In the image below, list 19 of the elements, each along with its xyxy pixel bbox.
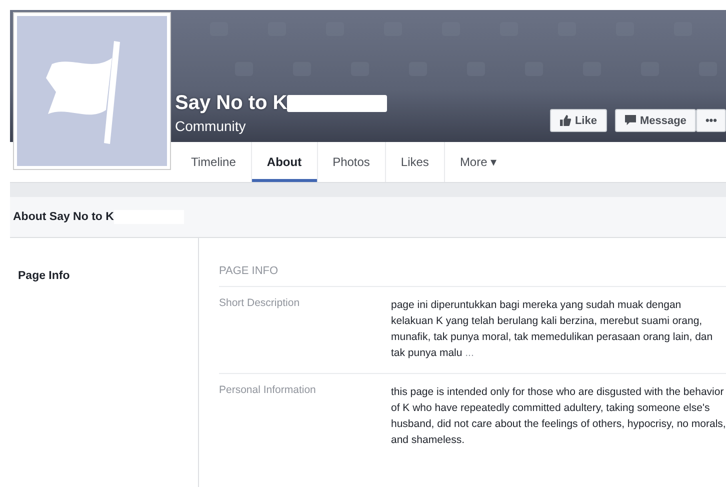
field-label: Short Description (219, 297, 301, 311)
field-value: page ini diperuntukkan bagi mereka yang sudah muak dengan kelakuan K yang telah berulang kali berzina, merebut suami orang, munafik, tak punya moral, tak memedulikan perasaan orang lain, dan tak punya malu ... (391, 298, 714, 361)
message-button[interactable]: Message (614, 109, 696, 132)
page-title: Say No to K (175, 92, 288, 115)
field-value: this page is intended only for those who are disgusted with the behavior of K who have repeatedly committed adultery, taking someone else's husband, did not care about the feelings of others, hypocrisy, no morals, and shameless. (391, 385, 726, 448)
more-button[interactable]: ••• (696, 109, 726, 132)
speech-bubble-icon (624, 115, 636, 126)
page-category: Community (175, 118, 247, 134)
thumbs-up-icon (560, 115, 571, 126)
nav-tab[interactable]: More ▾ (444, 142, 512, 182)
like-button[interactable]: Like (550, 109, 607, 132)
section-heading: PAGE INFO (219, 265, 726, 287)
nav-tab[interactable]: About (252, 142, 318, 182)
field-label: Personal Information (219, 384, 317, 398)
nav-tab[interactable]: Timeline (176, 142, 252, 182)
section-title: About Say No to K (13, 211, 114, 223)
sidebar-item[interactable]: Page Info (18, 270, 70, 282)
nav-tab[interactable]: Photos (318, 142, 386, 182)
nav-tab[interactable]: Likes (386, 142, 445, 182)
